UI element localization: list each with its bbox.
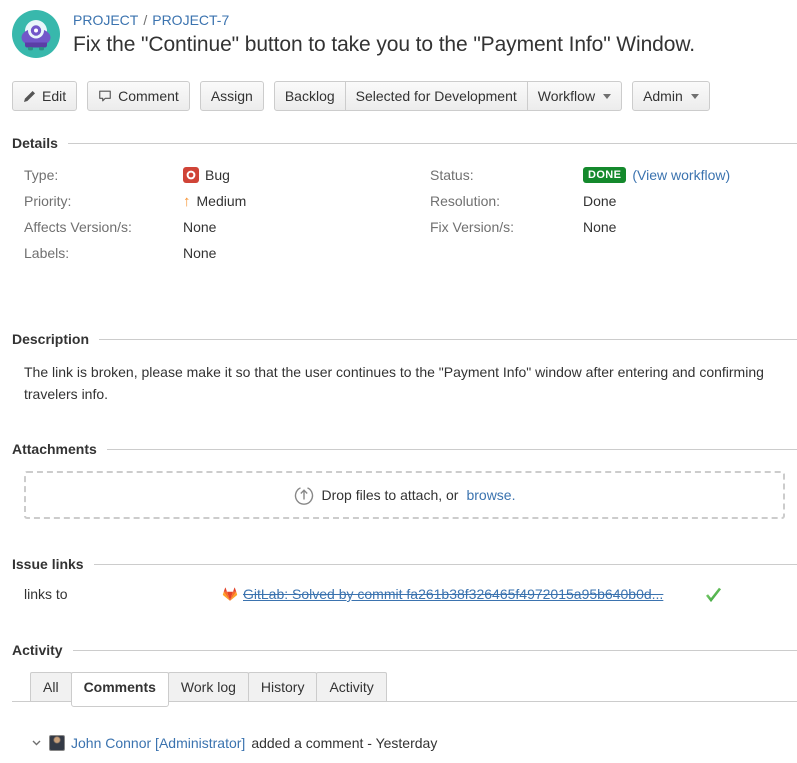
description-text: The link is broken, please make it so th…: [0, 361, 797, 405]
issue-links-heading-label: Issue links: [12, 556, 84, 572]
description-module: Description The link is broken, please m…: [0, 331, 797, 405]
dropzone-text: Drop files to attach, or: [322, 487, 459, 503]
breadcrumb-project-link[interactable]: PROJECT: [73, 12, 138, 28]
issue-header: PROJECT / PROJECT-7 Fix the "Continue" but…: [0, 0, 797, 58]
activity-heading-label: Activity: [12, 642, 63, 658]
comment-action-text: added a comment - Yesterday: [251, 735, 437, 751]
heading-rule: [73, 650, 797, 651]
type-label: Type:: [24, 167, 183, 183]
project-avatar-icon: [12, 10, 60, 58]
heading-rule: [94, 564, 797, 565]
view-workflow-link[interactable]: (View workflow): [632, 167, 730, 183]
tab-comments[interactable]: Comments: [71, 672, 169, 707]
tab-history[interactable]: History: [248, 672, 318, 701]
heading-rule: [107, 449, 797, 450]
detail-row-type: Type: Bug: [24, 165, 430, 185]
labels-value: None: [183, 245, 216, 261]
pencil-icon: [23, 90, 36, 103]
description-heading: Description: [12, 331, 797, 347]
type-value: Bug: [205, 167, 230, 183]
assign-button[interactable]: Assign: [200, 81, 264, 111]
issue-links-heading: Issue links: [12, 556, 797, 572]
fix-version-value: None: [583, 219, 616, 235]
backlog-button-label: Backlog: [285, 88, 335, 104]
link-relation-label: links to: [24, 586, 222, 602]
comment-button-label: Comment: [118, 88, 179, 104]
gitlab-icon: [222, 586, 238, 602]
comment-author-link[interactable]: John Connor [Administrator]: [71, 735, 245, 751]
chevron-down-icon: [603, 94, 611, 99]
attachments-heading: Attachments: [12, 441, 797, 457]
heading-rule: [99, 339, 797, 340]
detail-row-status: Status: DONE (View workflow): [430, 165, 730, 185]
tab-activity[interactable]: Activity: [316, 672, 386, 701]
comment-author-avatar[interactable]: [49, 735, 65, 751]
bug-icon: [183, 167, 199, 183]
attachments-heading-label: Attachments: [12, 441, 97, 457]
toolbar: Edit Comment Assign Backlog Selected for…: [12, 81, 785, 111]
activity-module: Activity All Comments Work log History A…: [0, 642, 797, 763]
detail-row-priority: Priority: ↑ Medium: [24, 191, 430, 211]
details-module: Details Type: Bug Priority: ↑ Medium Aff…: [0, 135, 797, 269]
breadcrumb: PROJECT / PROJECT-7: [73, 12, 695, 28]
backlog-button[interactable]: Backlog: [274, 81, 346, 111]
breadcrumb-issue-link[interactable]: PROJECT-7: [152, 12, 229, 28]
detail-row-labels: Labels: None: [24, 243, 430, 263]
selected-for-development-button[interactable]: Selected for Development: [346, 81, 528, 111]
labels-label: Labels:: [24, 245, 183, 261]
chevron-down-icon: [691, 94, 699, 99]
collapse-chevron-icon[interactable]: [30, 738, 43, 748]
gitlab-commit-link[interactable]: GitLab: Solved by commit fa261b38f326465…: [243, 586, 663, 602]
upload-cloud-icon: [294, 485, 314, 505]
comment-header: John Connor [Administrator] added a comm…: [30, 735, 797, 751]
edit-button[interactable]: Edit: [12, 81, 77, 111]
assign-button-label: Assign: [211, 88, 253, 104]
resolution-value: Done: [583, 193, 616, 209]
issue-title: Fix the "Continue" button to take you to…: [73, 33, 695, 57]
tab-work-log[interactable]: Work log: [168, 672, 249, 701]
breadcrumb-separator: /: [143, 12, 147, 28]
attachments-dropzone[interactable]: Drop files to attach, or browse.: [24, 471, 785, 519]
description-heading-label: Description: [12, 331, 89, 347]
comment-bubble-icon: [98, 89, 112, 103]
comment-button[interactable]: Comment: [87, 81, 190, 111]
activity-tabs: All Comments Work log History Activity: [12, 672, 797, 702]
activity-heading: Activity: [12, 642, 797, 658]
details-heading-label: Details: [12, 135, 58, 151]
workflow-button-group: Backlog Selected for Development Workflo…: [274, 81, 622, 111]
detail-row-resolution: Resolution: Done: [430, 191, 730, 211]
attachments-module: Attachments Drop files to attach, or bro…: [0, 441, 797, 519]
edit-button-label: Edit: [42, 88, 66, 104]
tab-all[interactable]: All: [30, 672, 72, 701]
resolved-check-icon: [705, 587, 722, 602]
issue-links-module: Issue links links to GitLab: Solved by c…: [0, 556, 797, 602]
priority-value: Medium: [197, 193, 247, 209]
affects-version-label: Affects Version/s:: [24, 219, 183, 235]
status-label: Status:: [430, 167, 583, 183]
fix-version-label: Fix Version/s:: [430, 219, 583, 235]
selected-for-development-label: Selected for Development: [356, 88, 517, 104]
priority-label: Priority:: [24, 193, 183, 209]
workflow-dropdown-label: Workflow: [538, 88, 595, 104]
status-badge: DONE: [583, 167, 626, 183]
workflow-dropdown-button[interactable]: Workflow: [528, 81, 622, 111]
resolution-label: Resolution:: [430, 193, 583, 209]
admin-dropdown-button[interactable]: Admin: [632, 81, 710, 111]
detail-row-fix-version: Fix Version/s: None: [430, 217, 730, 237]
affects-version-value: None: [183, 219, 216, 235]
detail-row-affects-version: Affects Version/s: None: [24, 217, 430, 237]
admin-dropdown-label: Admin: [643, 88, 683, 104]
priority-medium-icon: ↑: [183, 194, 191, 209]
issue-link-row: links to GitLab: Solved by commit fa261b…: [0, 586, 797, 602]
details-heading: Details: [12, 135, 797, 151]
browse-link[interactable]: browse.: [466, 487, 515, 503]
heading-rule: [68, 143, 797, 144]
